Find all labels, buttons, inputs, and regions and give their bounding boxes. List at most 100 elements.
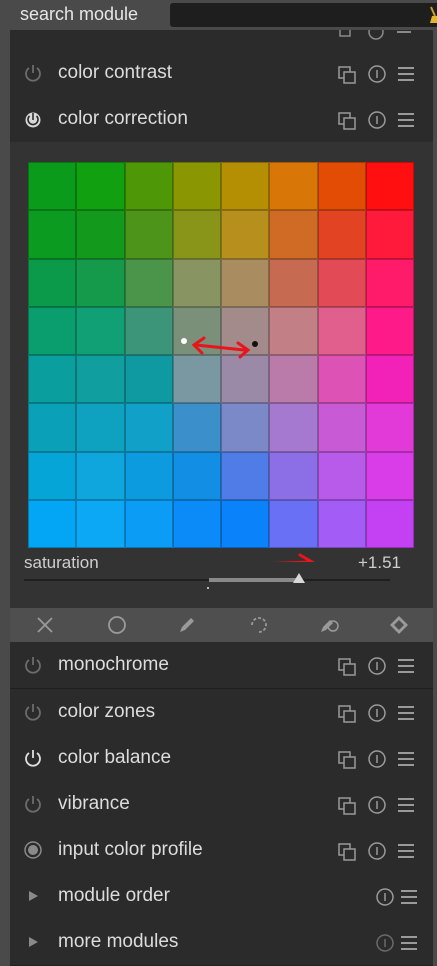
grid-cell	[365, 451, 414, 500]
raster-mask-icon[interactable]	[388, 614, 410, 636]
multi-instance-icon	[338, 797, 356, 815]
grid-cell	[124, 499, 173, 548]
module-row-color-correction[interactable]: color correction	[10, 96, 433, 143]
grid-cell	[124, 258, 173, 307]
drawn-mask-icon[interactable]	[176, 614, 198, 636]
grid-cell	[76, 258, 125, 307]
expand-triangle-icon[interactable]	[24, 933, 42, 951]
grid-cell	[221, 403, 270, 452]
reset-icon	[368, 796, 386, 814]
grid-cell	[172, 306, 221, 355]
multi-instance-icon	[338, 843, 356, 861]
module-name: color zones	[58, 701, 156, 722]
module-row-vibrance[interactable]: vibrance	[10, 781, 433, 828]
saturation-slider-fill	[208, 578, 299, 582]
clear-search-icon[interactable]	[427, 5, 437, 25]
grid-cell	[172, 403, 221, 452]
grid-cell	[172, 210, 221, 259]
grid-cell	[124, 403, 173, 452]
grid-cell	[172, 162, 221, 211]
module-row-color-contrast[interactable]: color contrast	[10, 50, 433, 97]
grid-cell	[317, 403, 366, 452]
search-bar: search module	[10, 0, 437, 30]
presets-icon	[398, 659, 414, 673]
grid-cell	[365, 403, 414, 452]
grid-cell	[365, 355, 414, 404]
grid-cell	[269, 258, 318, 307]
power-off-icon[interactable]	[24, 656, 42, 674]
grid-cell	[221, 451, 270, 500]
presets-icon	[398, 798, 414, 812]
grid-cell	[28, 403, 77, 452]
uniform-icon[interactable]	[106, 614, 128, 636]
grid-cell	[76, 162, 125, 211]
drawn-parametric-mask-icon[interactable]	[318, 614, 340, 636]
presets-icon	[398, 67, 414, 81]
always-on-icon	[24, 841, 42, 859]
grid-cell	[124, 210, 173, 259]
module-header-icons	[338, 65, 414, 84]
power-on-icon[interactable]	[24, 110, 42, 128]
module-header-icons	[376, 888, 417, 906]
presets-icon	[401, 936, 417, 950]
grid-cell	[269, 403, 318, 452]
grid-cell	[124, 162, 173, 211]
module-row-input-color-profile[interactable]: input color profile	[10, 827, 433, 874]
multi-instance-icon	[338, 705, 356, 723]
color-correction-body: saturation +1.51	[10, 142, 433, 608]
module-header-icons	[338, 796, 414, 815]
saturation-slider-thumb[interactable]	[292, 573, 305, 583]
module-header-icons	[338, 750, 414, 769]
module-header-icons	[339, 30, 411, 40]
grid-cell	[76, 210, 125, 259]
grid-cell	[28, 258, 77, 307]
module-row-partial[interactable]	[10, 30, 433, 50]
grid-cell	[172, 451, 221, 500]
saturation-label: saturation	[24, 553, 99, 572]
grid-cell	[269, 355, 318, 404]
module-name: color balance	[58, 747, 172, 768]
multi-instance-icon	[338, 751, 356, 769]
grid-cell	[124, 451, 173, 500]
module-row-module-order[interactable]: module order	[10, 873, 433, 920]
grid-cell	[76, 451, 125, 500]
off-icon[interactable]	[34, 614, 56, 636]
module-name: color correction	[58, 108, 188, 129]
grid-cell	[28, 210, 77, 259]
multi-instance-icon	[338, 66, 356, 84]
parametric-mask-icon[interactable]	[248, 614, 270, 636]
saturation-value[interactable]: +1.51	[358, 553, 401, 573]
module-header-icons	[338, 842, 414, 861]
module-name: module order	[58, 885, 170, 906]
power-off-icon[interactable]	[24, 795, 42, 813]
color-correction-grid[interactable]	[28, 162, 414, 548]
module-row-more-modules[interactable]: more modules	[10, 919, 433, 966]
grid-cell	[28, 499, 77, 548]
grid-cell	[28, 306, 77, 355]
grid-cell	[76, 403, 125, 452]
grid-cell	[172, 499, 221, 548]
grid-cell	[317, 306, 366, 355]
power-off-icon[interactable]	[24, 703, 42, 721]
grid-cell	[221, 355, 270, 404]
grid-cell	[76, 306, 125, 355]
grid-cell	[317, 451, 366, 500]
multi-instance-icon	[338, 658, 356, 676]
annotation-arrow	[272, 553, 315, 562]
module-header-icons	[338, 657, 414, 676]
power-off-icon[interactable]	[24, 64, 42, 82]
search-input[interactable]	[170, 3, 437, 27]
multi-instance-icon	[338, 112, 356, 130]
grid-cell	[365, 306, 414, 355]
module-row-color-balance[interactable]: color balance	[10, 735, 433, 782]
reset-icon	[368, 111, 386, 129]
grid-cell	[28, 355, 77, 404]
grid-cell	[221, 258, 270, 307]
saturation-slider[interactable]	[24, 573, 390, 589]
power-on-icon[interactable]	[24, 749, 42, 767]
module-row-color-zones[interactable]: color zones	[10, 689, 433, 736]
expand-triangle-icon[interactable]	[24, 887, 42, 905]
reset-icon	[368, 657, 386, 675]
grid-cell	[269, 162, 318, 211]
module-row-monochrome[interactable]: monochrome	[10, 642, 433, 689]
